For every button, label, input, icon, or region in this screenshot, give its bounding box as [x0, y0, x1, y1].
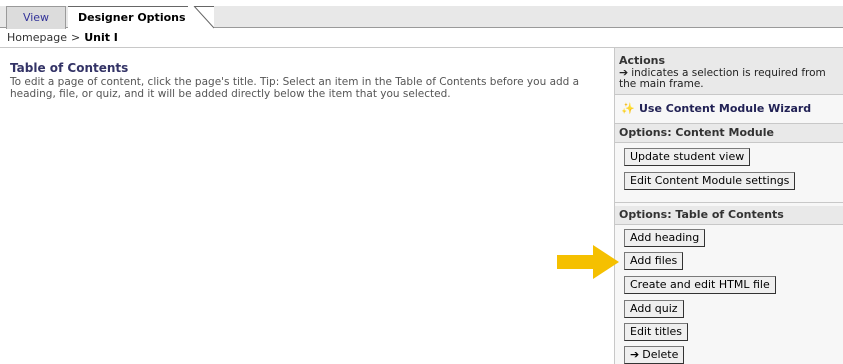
add-heading-button[interactable]: Add heading — [624, 229, 706, 247]
edit-content-module-settings-button[interactable]: Edit Content Module settings — [624, 172, 796, 190]
sidebar-divider — [615, 142, 843, 143]
breadcrumb-home-link[interactable]: Homepage — [7, 31, 67, 44]
sidebar-divider — [615, 202, 843, 203]
wizard-label: Use Content Module Wizard — [639, 102, 812, 115]
add-files-button[interactable]: Add files — [624, 252, 684, 270]
delete-button[interactable]: ➔ Delete — [624, 346, 685, 364]
create-edit-html-file-button[interactable]: Create and edit HTML file — [624, 276, 776, 294]
breadcrumb-current: Unit I — [84, 31, 118, 44]
content-module-heading: Options: Content Module — [615, 124, 843, 142]
tab-bar: View Designer Options — [0, 0, 843, 29]
page-description: To edit a page of content, click the pag… — [10, 76, 580, 100]
delete-label: Delete — [642, 348, 679, 361]
actions-panel: Actions ➔ indicates a selection is requir… — [615, 48, 843, 94]
wand-icon: ✨ — [621, 102, 635, 115]
sidebar-divider — [615, 224, 843, 225]
add-quiz-button[interactable]: Add quiz — [624, 300, 684, 318]
content-module-wizard-link[interactable]: ✨ Use Content Module Wizard — [621, 102, 811, 115]
actions-sidebar: Actions ➔ indicates a selection is requir… — [614, 48, 843, 364]
tab-view[interactable]: View — [6, 6, 66, 29]
arrow-right-icon: ➔ — [630, 348, 640, 361]
edit-titles-button[interactable]: Edit titles — [624, 323, 689, 341]
table-of-contents-heading: Options: Table of Contents — [615, 206, 843, 224]
actions-note-text: indicates a selection is required from t… — [619, 67, 826, 90]
page-title: Table of Contents — [10, 61, 129, 75]
update-student-view-button[interactable]: Update student view — [624, 148, 751, 166]
breadcrumb: Homepage > Unit I — [7, 31, 118, 44]
sidebar-divider — [615, 94, 843, 95]
breadcrumb-separator: > — [70, 31, 81, 44]
tab-edge-decoration — [188, 6, 214, 29]
pointer-arrow-icon — [557, 245, 619, 279]
actions-note: ➔ indicates a selection is required from … — [619, 67, 839, 90]
